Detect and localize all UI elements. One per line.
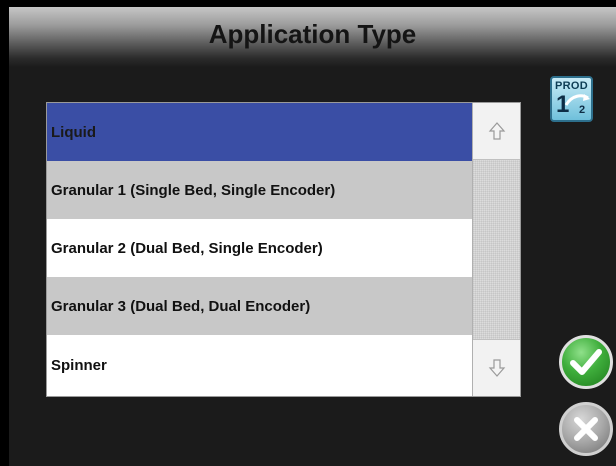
list-scrollbar[interactable] [472,103,520,396]
list-item-granular-2[interactable]: Granular 2 (Dual Bed, Single Encoder) [47,219,472,277]
list-item-granular-3[interactable]: Granular 3 (Dual Bed, Dual Encoder) [47,277,472,335]
x-icon [574,417,598,441]
product-selector-button[interactable]: PROD 1 2 [550,76,593,122]
scroll-down-button[interactable] [473,339,520,396]
accept-button[interactable] [559,335,613,389]
list-item-liquid[interactable]: Liquid [47,103,472,161]
total-products-number: 2 [579,104,586,116]
list-item-label: Spinner [51,357,107,374]
title-bar: Application Type [9,7,616,67]
cancel-button[interactable] [559,402,613,456]
current-product-number: 1 [556,91,570,118]
scroll-up-button[interactable] [473,103,520,160]
arrow-down-icon [488,359,505,377]
list-rows: Liquid Granular 1 (Single Bed, Single En… [47,103,472,396]
arrow-up-icon [488,122,505,140]
page-title: Application Type [208,19,417,49]
list-item-label: Granular 1 (Single Bed, Single Encoder) [51,181,336,199]
checkmark-icon [570,349,602,375]
list-item-label: Liquid [51,123,96,141]
list-item-spinner[interactable]: Spinner [47,335,472,396]
screen: Application Type PROD 1 2 Liquid Granula… [9,7,616,466]
list-item-label: Granular 2 (Dual Bed, Single Encoder) [51,239,323,257]
list-item-granular-1[interactable]: Granular 1 (Single Bed, Single Encoder) [47,161,472,219]
list-item-label: Granular 3 (Dual Bed, Dual Encoder) [51,297,311,315]
application-type-list: Liquid Granular 1 (Single Bed, Single En… [46,102,521,397]
